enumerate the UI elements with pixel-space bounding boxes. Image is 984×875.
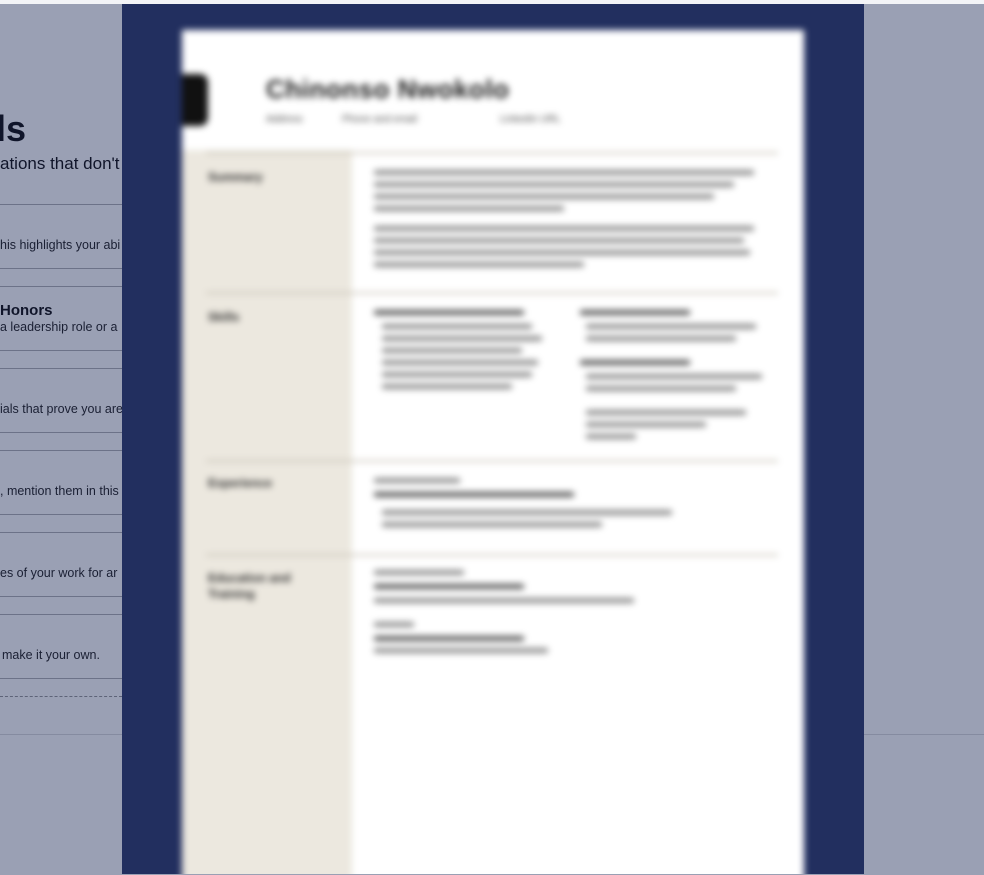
text-line [382,510,672,515]
text-line [586,410,746,415]
section-option-title[interactable]: Honors [0,302,53,319]
resume-preview: Chinonso Nwokolo Address Phone and email… [182,30,804,874]
resume-section-rule [206,554,778,556]
text-line [374,478,460,483]
page-heading: ls [0,108,27,149]
text-line [586,324,756,329]
section-divider [0,350,122,351]
text-line [586,386,736,391]
section-option-description[interactable]: a leadership role or a [0,320,117,334]
resume-sidebar [182,150,352,874]
text-line [382,384,512,389]
text-line [374,250,750,255]
text-line [374,170,754,175]
text-line [374,622,414,627]
section-option-description[interactable]: , mention them in this [0,484,119,498]
resume-section-rule [206,460,778,462]
page-subheading: ations that don't [0,154,120,173]
text-line [374,584,524,589]
text-line [374,648,548,653]
resume-section-summary: Summary [208,170,263,184]
section-option-description[interactable]: es of your work for ar [0,566,117,580]
resume-contact-address: Address [266,114,303,125]
section-divider [0,268,122,269]
text-line [374,310,524,315]
text-line [382,348,522,353]
resume-preview-modal: Chinonso Nwokolo Address Phone and email… [122,4,864,874]
text-line [580,360,690,365]
text-line [374,206,564,211]
section-divider [0,432,122,433]
resume-name: Chinonso Nwokolo [266,74,510,104]
dashed-divider [0,696,122,697]
section-divider [0,286,122,287]
section-option-description[interactable]: ials that prove you are [0,402,123,416]
text-line [374,194,714,199]
resume-monogram [182,74,208,126]
resume-contact-link: LinkedIn URL [500,114,561,125]
resume-contact-phone: Phone and email [342,114,418,125]
section-option-description[interactable]: his highlights your abi [0,238,120,252]
text-line [382,360,538,365]
text-line [374,238,744,243]
text-line [374,598,634,603]
text-line [374,262,584,267]
text-line [374,636,524,641]
resume-section-rule [206,152,778,154]
text-line [586,422,706,427]
section-divider [0,596,122,597]
resume-section-experience: Experience [208,476,273,490]
text-line [382,522,602,527]
section-divider [0,368,122,369]
text-line [374,570,464,575]
section-divider [0,204,122,205]
section-divider [0,678,122,679]
resume-section-rule [206,292,778,294]
text-line [382,324,532,329]
section-divider [0,532,122,533]
text-line [374,492,574,497]
text-line [580,310,690,315]
resume-section-education: Education and Training [208,571,291,601]
section-divider [0,514,122,515]
text-line [382,336,542,341]
text-line [586,434,636,439]
text-line [382,372,532,377]
text-line [374,226,754,231]
section-divider [0,614,122,615]
section-divider [0,450,122,451]
resume-paper: Chinonso Nwokolo Address Phone and email… [182,30,804,874]
text-line [586,336,736,341]
text-line [586,374,762,379]
resume-section-skills: Skills [208,310,240,324]
section-option-description[interactable]: make it your own. [2,648,100,662]
text-line [374,182,734,187]
